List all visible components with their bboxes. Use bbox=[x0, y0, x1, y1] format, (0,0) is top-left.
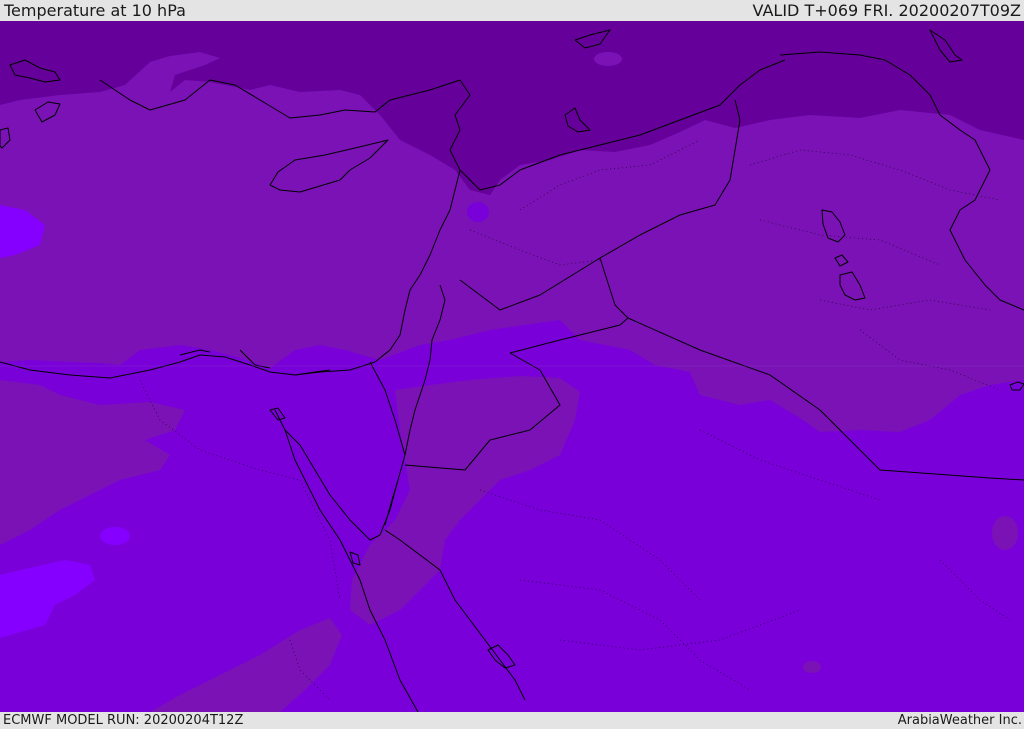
valid-time: VALID T+069 FRI. 20200207T09Z bbox=[752, 0, 1021, 20]
credit: ArabiaWeather Inc. bbox=[897, 713, 1022, 728]
band-cold-spot-2 bbox=[803, 661, 821, 673]
band-warm-spot bbox=[100, 527, 130, 545]
model-run: ECMWF MODEL RUN: 20200204T12Z bbox=[3, 713, 244, 728]
header-bar: Temperature at 10 hPa VALID T+069 FRI. 2… bbox=[0, 0, 1024, 21]
map-title: Temperature at 10 hPa bbox=[4, 0, 186, 20]
band-warm-spot-2 bbox=[467, 202, 489, 222]
temperature-map bbox=[0, 21, 1024, 712]
band-cold-spot-3 bbox=[594, 52, 622, 66]
band-cold-spot bbox=[992, 516, 1018, 550]
footer-bar: ECMWF MODEL RUN: 20200204T12Z ArabiaWeat… bbox=[0, 712, 1024, 729]
